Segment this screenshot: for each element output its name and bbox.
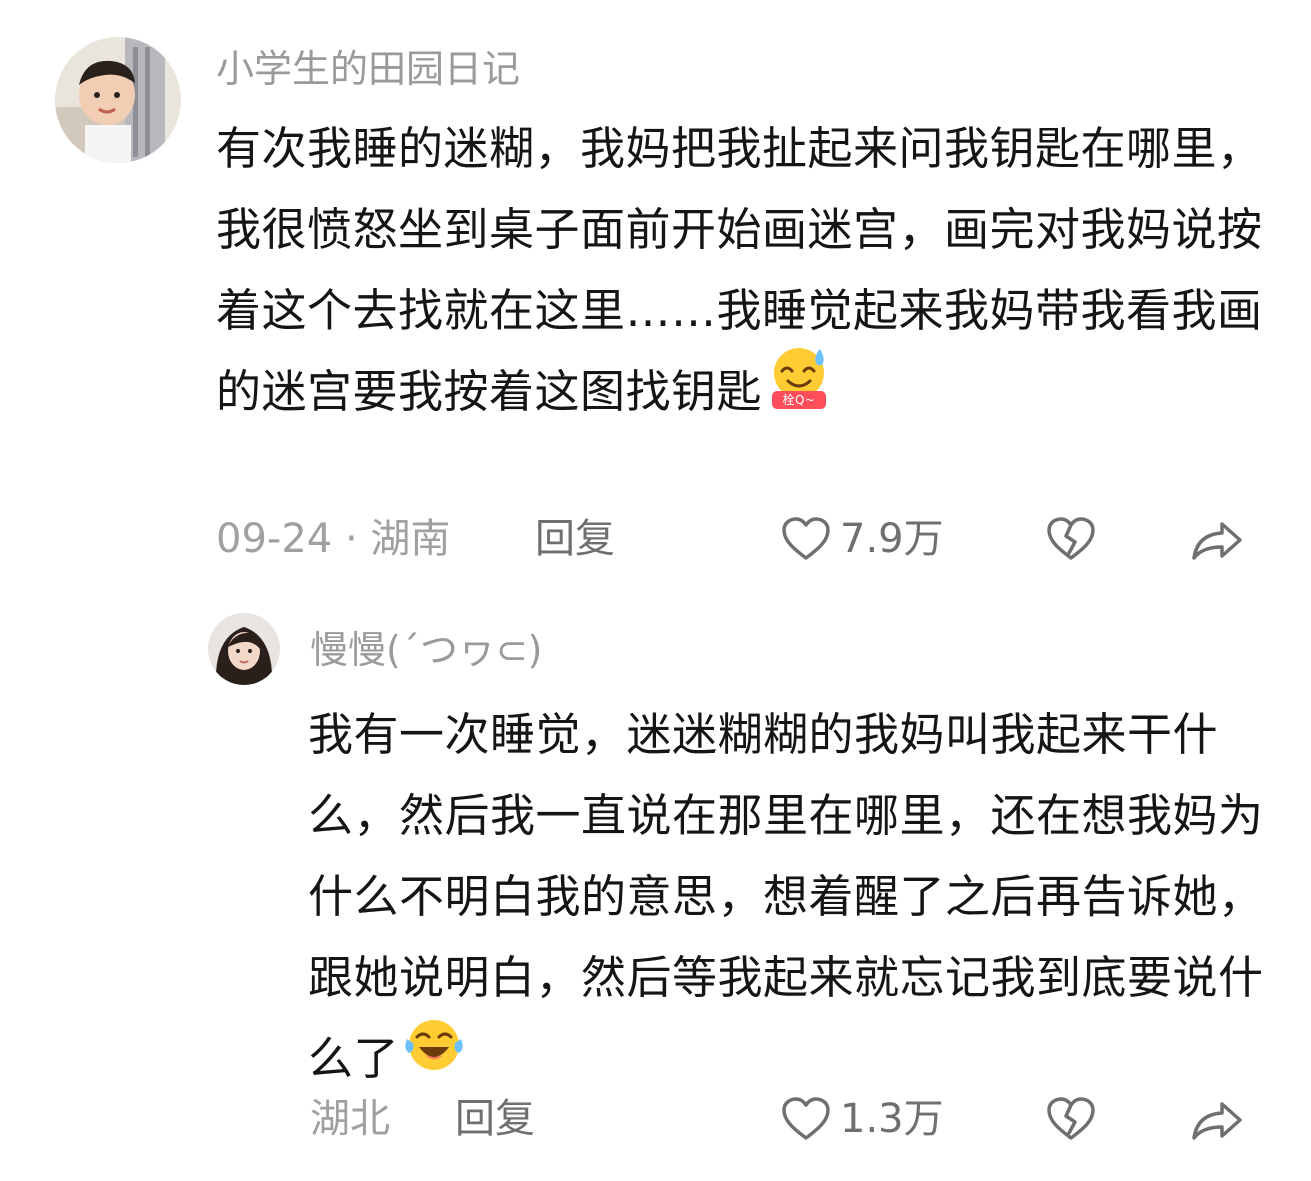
comment-body: 有次我睡的迷糊，我妈把我扯起来问我钥匙在哪里，我很愤怒坐到桌子面前开始画迷宫，画… — [216, 108, 1276, 436]
reply-button[interactable]: 回复 — [535, 514, 615, 564]
share-arrow-icon[interactable] — [1190, 518, 1246, 566]
avatar[interactable] — [208, 613, 280, 685]
laughing-tears-emoji-icon — [401, 1015, 467, 1100]
broken-heart-icon[interactable] — [1045, 516, 1097, 566]
comment-meta: 湖北 — [310, 1096, 390, 1142]
reply-button[interactable]: 回复 — [455, 1094, 535, 1144]
comment-meta: 09-24 · 湖南 — [216, 516, 451, 562]
sweat-smile-emoji-icon: 栓Q~ — [764, 345, 834, 436]
comment-body: 我有一次睡觉，迷迷糊糊的我妈叫我起来干什么，然后我一直说在那里在哪里，还在想我妈… — [308, 694, 1276, 1100]
like-count: 1.3万 — [840, 1096, 944, 1142]
like-count: 7.9万 — [840, 516, 944, 562]
like-button[interactable]: 7.9万 — [780, 514, 944, 564]
avatar[interactable] — [55, 37, 181, 163]
heart-outline-icon — [782, 1097, 830, 1140]
emoji-badge-text: 栓Q~ — [783, 392, 816, 407]
comment-text: 有次我睡的迷糊，我妈把我扯起来问我钥匙在哪里，我很愤怒坐到桌子面前开始画迷宫，画… — [216, 122, 1263, 418]
like-button[interactable]: 1.3万 — [780, 1094, 944, 1144]
comment-username[interactable]: 慢慢(´つヮ⊂) — [310, 624, 543, 676]
heart-outline-icon — [782, 517, 830, 560]
comment-username[interactable]: 小学生的田园日记 — [216, 43, 520, 95]
broken-heart-icon[interactable] — [1045, 1096, 1097, 1146]
share-arrow-icon[interactable] — [1190, 1098, 1246, 1146]
comment-thread: 小学生的田园日记 有次我睡的迷糊，我妈把我扯起来问我钥匙在哪里，我很愤怒坐到桌子… — [0, 0, 1311, 1181]
